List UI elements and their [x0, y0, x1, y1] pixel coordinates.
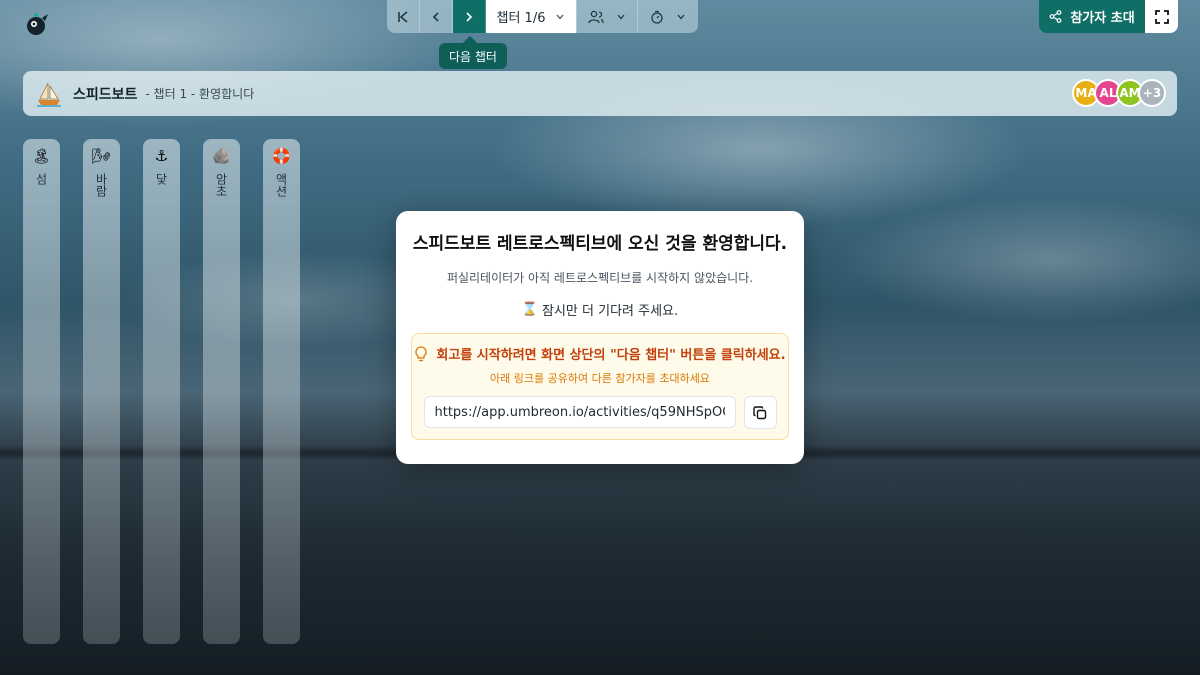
tip-sub-text: 아래 링크를 공유하여 다른 참가자를 초대하세요: [490, 372, 710, 385]
activity-title: 스피드보트: [73, 86, 138, 103]
chapter-toolbar: 챕터 1/6: [387, 0, 698, 33]
anchor-icon: ⚓: [154, 147, 169, 165]
waiting-message: 퍼실리테이터가 아직 레트로스펙티브를 시작하지 않았습니다.: [446, 271, 754, 285]
lightbulb-icon: [415, 345, 428, 361]
column-label: 닻: [154, 173, 168, 185]
rock-icon: 🪨: [212, 147, 231, 165]
chevron-left-icon: [432, 11, 439, 22]
chapter-select[interactable]: 챕터 1/6: [486, 0, 576, 33]
copy-icon: [753, 405, 767, 419]
column-label: 섬: [34, 173, 48, 185]
column-action[interactable]: 🛟 액션: [263, 139, 300, 644]
users-icon: [588, 10, 604, 23]
column-wind[interactable]: 🌬 바람: [83, 139, 120, 644]
participant-avatars[interactable]: MA AL AM +3: [1072, 79, 1166, 107]
speedboat-icon: [37, 82, 61, 107]
share-link-input[interactable]: [423, 396, 736, 428]
share-link-row: [423, 396, 777, 429]
next-chapter-button[interactable]: [453, 0, 486, 33]
copy-link-button[interactable]: [743, 396, 777, 429]
chapter-label: 챕터 1/6: [496, 11, 546, 26]
chevron-down-icon: [617, 14, 625, 19]
column-label: 액션: [274, 173, 288, 197]
wait-text: 잠시만 더 기다려 주세요.: [542, 304, 679, 319]
column-label: 바람: [94, 173, 108, 197]
fullscreen-button[interactable]: [1145, 0, 1178, 33]
tip-main: 회고를 시작하려면 화면 상단의 "다음 챕터" 버튼을 클릭하세요.: [414, 344, 786, 363]
hourglass-icon: ⌛: [521, 302, 539, 317]
invite-label: 참가자 초대: [1070, 11, 1135, 26]
modal-title: 스피드보트 레트로스펙티브에 오신 것을 환영합니다.: [412, 234, 788, 254]
welcome-modal: 스피드보트 레트로스펙티브에 오신 것을 환영합니다. 퍼실리테이터가 아직 레…: [396, 211, 804, 464]
activity-subtitle: - 챕터 1 - 환영합니다: [145, 87, 255, 101]
activity-header: 스피드보트 - 챕터 1 - 환영합니다 MA AL AM +3: [23, 71, 1177, 116]
previous-chapter-button[interactable]: [420, 0, 453, 33]
fullscreen-icon: [1154, 9, 1169, 24]
island-icon: 🏝: [31, 147, 52, 165]
lifebuoy-icon: 🛟: [272, 147, 291, 165]
chevron-right-icon: [466, 11, 473, 22]
chevron-down-icon: [556, 14, 564, 19]
next-chapter-tooltip: 다음 챕터: [439, 43, 507, 69]
invite-participants-button[interactable]: 참가자 초대: [1039, 0, 1145, 33]
wait-message: ⌛ 잠시만 더 기다려 주세요.: [522, 300, 678, 319]
column-anchor[interactable]: ⚓ 닻: [143, 139, 180, 644]
column-rock[interactable]: 🪨 암초: [203, 139, 240, 644]
chevron-down-icon: [677, 14, 685, 19]
column-island[interactable]: 🏝 섬: [23, 139, 60, 644]
participant-avatar[interactable]: +3: [1138, 79, 1166, 107]
first-chapter-button[interactable]: [387, 0, 420, 33]
participants-dropdown[interactable]: [576, 0, 637, 33]
column-label: 암초: [214, 173, 228, 197]
skip-back-icon: [398, 10, 408, 23]
timer-dropdown[interactable]: [637, 0, 698, 33]
app-logo[interactable]: [22, 10, 50, 38]
timer-icon: [651, 10, 663, 24]
start-tip-box: 회고를 시작하려면 화면 상단의 "다음 챕터" 버튼을 클릭하세요. 아래 링…: [411, 333, 789, 440]
wind-icon: 🌬: [91, 147, 112, 165]
share-icon: [1049, 10, 1062, 23]
tip-main-text: 회고를 시작하려면 화면 상단의 "다음 챕터" 버튼을 클릭하세요.: [436, 348, 786, 363]
